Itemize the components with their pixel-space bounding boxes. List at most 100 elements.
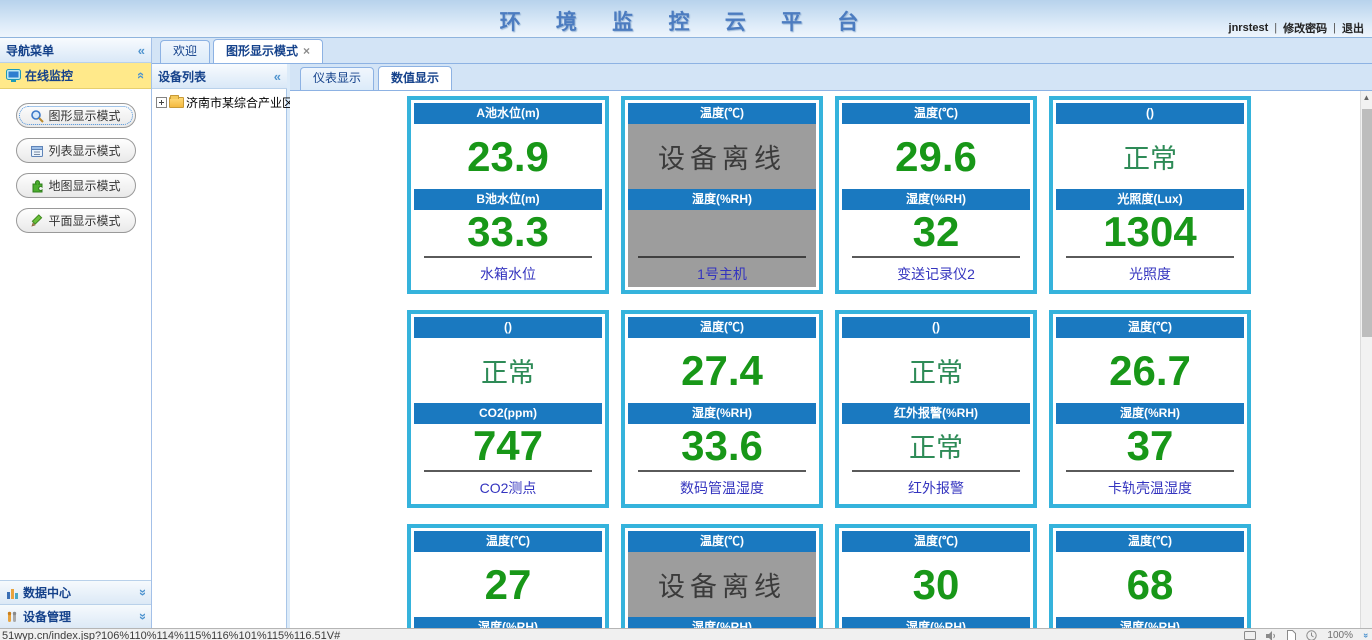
sensor-header: () (1056, 103, 1244, 124)
device-tree: 济南市某综合产业区 (152, 89, 287, 116)
sensor-value: 正常 (842, 424, 1030, 467)
chevron-down-icon[interactable]: « (135, 589, 148, 596)
tab-numeric-label: 数值显示 (391, 71, 439, 85)
sensor-header: 温度(℃) (628, 317, 816, 338)
collapse-panel-icon[interactable]: « (274, 70, 281, 83)
sensor-value: 68 (1056, 552, 1244, 617)
sensor-header: A池水位(m) (414, 103, 602, 124)
sensor-card: 温度(℃) 设备离线 湿度(%RH) (621, 524, 823, 628)
sensor-value: 27.4 (628, 338, 816, 403)
chevron-up-icon[interactable]: « (135, 72, 148, 79)
separator: | (1333, 22, 1336, 34)
zoom-level-label[interactable]: 100% (1327, 630, 1353, 640)
accordion-online-monitoring[interactable]: 在线监控 « (0, 63, 151, 89)
vertical-scrollbar[interactable]: ▲ (1360, 91, 1372, 628)
device-list-panel: 设备列表 « 济南市某综合产业区 (152, 64, 290, 628)
card-divider (1056, 253, 1244, 261)
sensor-header: 温度(℃) (1056, 317, 1244, 338)
numeric-view-content: A池水位(m) 23.9 B池水位(m) 33.3 水箱水位 温度(℃) 设备离… (290, 91, 1372, 628)
status-right-icons: 100% « (1244, 630, 1368, 640)
sensor-header: 红外报警(%RH) (842, 403, 1030, 424)
bar-chart-icon (6, 587, 19, 599)
sensor-header: () (414, 317, 602, 338)
sensor-header: 湿度(%RH) (1056, 403, 1244, 424)
tab-welcome[interactable]: 欢迎 (160, 40, 210, 63)
pencil-icon (30, 214, 44, 228)
nav-mode-button-4[interactable]: 平面显示模式 (16, 208, 136, 233)
scrollbar-thumb[interactable] (1362, 109, 1372, 337)
close-tab-icon[interactable]: × (303, 44, 310, 58)
zoom-dropdown-icon[interactable]: « (1361, 633, 1370, 638)
sensor-header: 湿度(%RH) (628, 403, 816, 424)
sensor-value: 正常 (842, 338, 1030, 403)
nav-mode-button-1[interactable]: 图形显示模式 (16, 103, 136, 128)
tab-graphic-mode-label: 图形显示模式 (226, 44, 298, 58)
tree-node-root[interactable]: 济南市某综合产业区 (156, 94, 283, 111)
card-divider (842, 467, 1030, 475)
sensor-header: B池水位(m) (414, 189, 602, 210)
nav-title: 导航菜单 (6, 42, 54, 59)
tab-numeric-view[interactable]: 数值显示 (378, 66, 452, 90)
accordion-device-management[interactable]: 设备管理 « (0, 604, 151, 628)
magnifier-icon (30, 109, 44, 123)
username-label: jnrstest (1229, 22, 1269, 34)
sensor-header: 温度(℃) (1056, 531, 1244, 552)
nav-mode-buttons: 图形显示模式 列表显示模式 地图显示模式 平面显示模式 (0, 89, 151, 580)
tab-graphic-mode[interactable]: 图形显示模式 × (213, 39, 323, 63)
speaker-icon[interactable] (1266, 631, 1277, 640)
screen-icon[interactable] (1244, 631, 1256, 640)
card-divider (628, 467, 816, 475)
nav-mode-label: 平面显示模式 (48, 212, 120, 229)
tab-meter-view[interactable]: 仪表显示 (300, 67, 374, 90)
expand-plus-icon[interactable] (156, 97, 167, 108)
logout-link[interactable]: 退出 (1342, 20, 1364, 36)
scroll-up-arrow[interactable]: ▲ (1361, 91, 1372, 104)
sensor-card: A池水位(m) 23.9 B池水位(m) 33.3 水箱水位 (407, 96, 609, 294)
card-divider (628, 253, 816, 261)
nav-mode-button-2[interactable]: 列表显示模式 (16, 138, 136, 163)
sensor-value: 33.6 (628, 424, 816, 467)
app-title: 环 境 监 控 云 平 台 (0, 6, 1372, 36)
sensor-card: () 正常 CO2(ppm) 747 CO2测点 (407, 310, 609, 508)
page-icon[interactable] (1287, 630, 1296, 640)
sensor-header: 光照度(Lux) (1056, 189, 1244, 210)
sensor-value: 设备离线 (628, 552, 816, 617)
sensor-header: 湿度(%RH) (628, 189, 816, 210)
sensor-header: 温度(℃) (414, 531, 602, 552)
browser-status-bar: 51wyp.cn/index.jsp?106%110%114%115%116%1… (0, 628, 1372, 640)
sensor-card: () 正常 光照度(Lux) 1304 光照度 (1049, 96, 1251, 294)
sensor-value: 正常 (414, 338, 602, 403)
sensor-header: () (842, 317, 1030, 338)
chevron-down-icon[interactable]: « (135, 613, 148, 620)
card-divider (1056, 467, 1244, 475)
device-name-label: 1号主机 (628, 261, 816, 287)
app-header: 环 境 监 控 云 平 台 jnrstest | 修改密码 | 退出 (0, 0, 1372, 38)
nav-panel-header: 导航菜单 « (0, 38, 151, 63)
device-name-label: CO2测点 (414, 475, 602, 501)
sensor-value: 26.7 (1056, 338, 1244, 403)
sensor-value: 设备离线 (628, 124, 816, 189)
collapse-panel-icon[interactable]: « (138, 44, 145, 57)
nav-mode-button-3[interactable]: 地图显示模式 (16, 173, 136, 198)
sensor-card: 温度(℃) 30 湿度(%RH) (835, 524, 1037, 628)
accordion-online-label: 在线监控 (25, 67, 73, 84)
sensor-value (628, 210, 816, 253)
sensor-header: 湿度(%RH) (842, 189, 1030, 210)
sensor-header: 温度(℃) (842, 103, 1030, 124)
status-url: 51wyp.cn/index.jsp?106%110%114%115%116%1… (2, 630, 340, 640)
sensor-header: 湿度(%RH) (628, 617, 816, 628)
main-tabstrip: 欢迎 图形显示模式 × (152, 38, 1372, 64)
sensor-header: 湿度(%RH) (842, 617, 1030, 628)
sensor-value: 27 (414, 552, 602, 617)
sensor-value: 23.9 (414, 124, 602, 189)
sensor-value: 30 (842, 552, 1030, 617)
sensor-card: 温度(℃) 设备离线 湿度(%RH) 1号主机 (621, 96, 823, 294)
sensor-header: 湿度(%RH) (1056, 617, 1244, 628)
change-password-link[interactable]: 修改密码 (1283, 20, 1327, 36)
clock-icon[interactable] (1306, 630, 1317, 640)
sensor-header: 温度(℃) (628, 103, 816, 124)
sensor-card: 温度(℃) 27.4 湿度(%RH) 33.6 数码管温湿度 (621, 310, 823, 508)
tab-meter-label: 仪表显示 (313, 71, 361, 85)
sensor-card: 温度(℃) 26.7 湿度(%RH) 37 卡轨壳温湿度 (1049, 310, 1251, 508)
accordion-data-center[interactable]: 数据中心 « (0, 580, 151, 604)
